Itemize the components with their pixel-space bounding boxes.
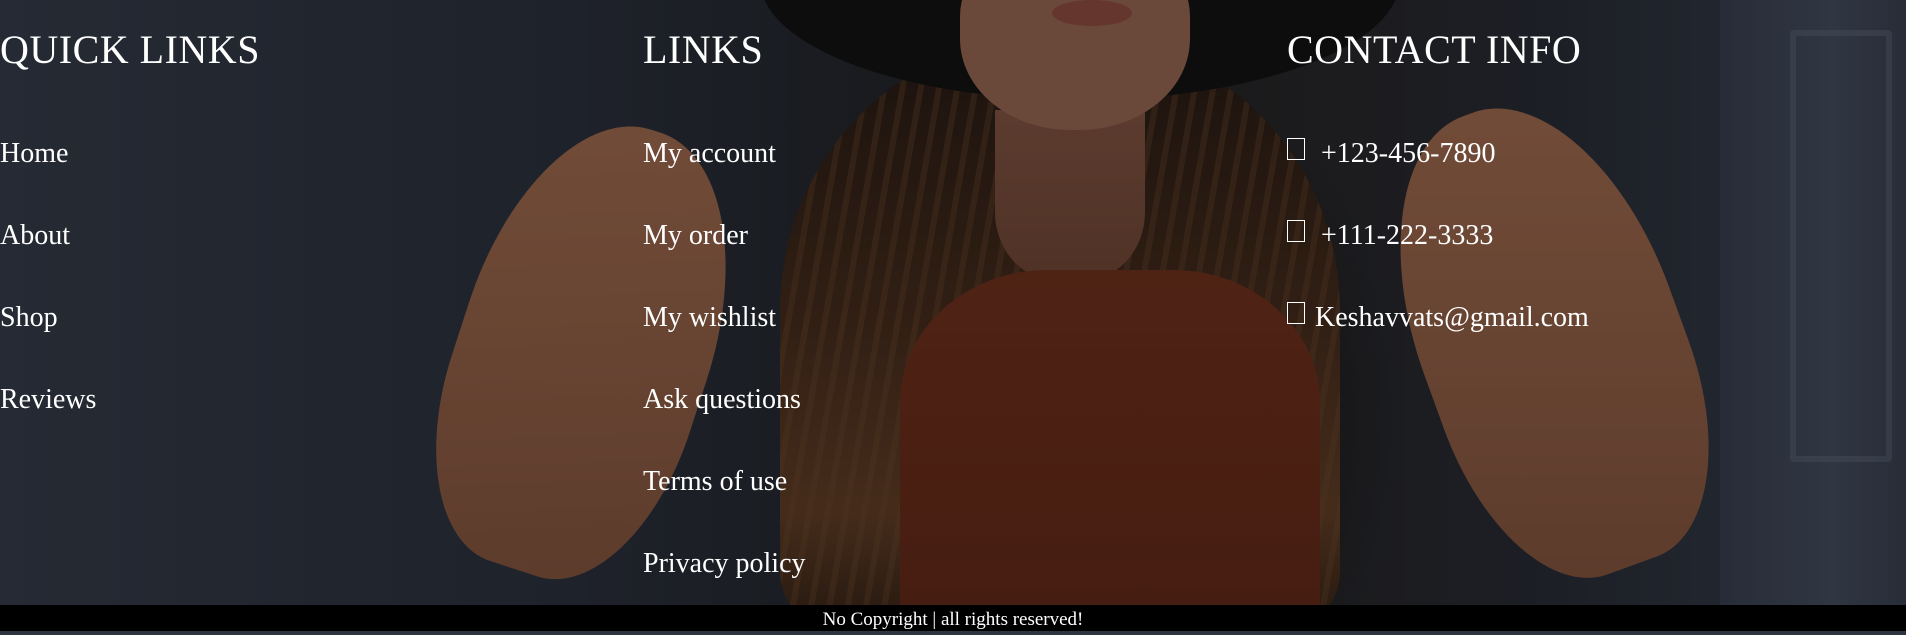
links-heading: LINKS — [643, 27, 764, 72]
copyright-text: No Copyright | all rights reserved! — [822, 609, 1084, 630]
contact-list: +123-456-7890 +111-222-3333 Keshavvats@g… — [1287, 133, 1589, 379]
list-item: +111-222-3333 — [1287, 215, 1589, 297]
phone-icon — [1287, 220, 1305, 242]
contact-email-text: Keshavvats@gmail.com — [1315, 302, 1589, 333]
quick-links-heading: QUICK LINKS — [0, 27, 260, 72]
quick-link-about[interactable]: About — [0, 220, 70, 251]
footer-columns: QUICK LINKS Home About Shop Reviews LINK… — [0, 0, 1906, 605]
quick-link-home[interactable]: Home — [0, 138, 68, 169]
quick-link-shop[interactable]: Shop — [0, 302, 58, 333]
list-item: Terms of use — [643, 461, 806, 543]
contact-phone-2[interactable]: +111-222-3333 — [1287, 220, 1493, 251]
list-item: Ask questions — [643, 379, 806, 461]
link-my-wishlist[interactable]: My wishlist — [643, 302, 776, 333]
copyright-bar: No Copyright | all rights reserved! — [0, 605, 1906, 631]
contact-heading: CONTACT INFO — [1287, 27, 1582, 72]
contact-phone-1[interactable]: +123-456-7890 — [1287, 138, 1495, 169]
list-item: Home — [0, 133, 96, 215]
list-item: About — [0, 215, 96, 297]
link-privacy-policy[interactable]: Privacy policy — [643, 548, 806, 579]
link-my-account[interactable]: My account — [643, 138, 776, 169]
list-item: +123-456-7890 — [1287, 133, 1589, 215]
link-ask-questions[interactable]: Ask questions — [643, 384, 801, 415]
list-item: My wishlist — [643, 297, 806, 379]
link-my-order[interactable]: My order — [643, 220, 748, 251]
list-item: My account — [643, 133, 806, 215]
link-terms-of-use[interactable]: Terms of use — [643, 466, 787, 497]
quick-links-list: Home About Shop Reviews — [0, 133, 96, 461]
list-item: Keshavvats@gmail.com — [1287, 297, 1589, 379]
quick-link-reviews[interactable]: Reviews — [0, 384, 96, 415]
list-item: Reviews — [0, 379, 96, 461]
list-item: Shop — [0, 297, 96, 379]
contact-phone-2-text: +111-222-3333 — [1321, 220, 1494, 251]
phone-icon — [1287, 138, 1305, 160]
envelope-icon — [1287, 302, 1305, 324]
contact-email[interactable]: Keshavvats@gmail.com — [1287, 302, 1589, 333]
list-item: My order — [643, 215, 806, 297]
links-list: My account My order My wishlist Ask ques… — [643, 133, 806, 625]
contact-phone-1-text: +123-456-7890 — [1321, 138, 1496, 169]
